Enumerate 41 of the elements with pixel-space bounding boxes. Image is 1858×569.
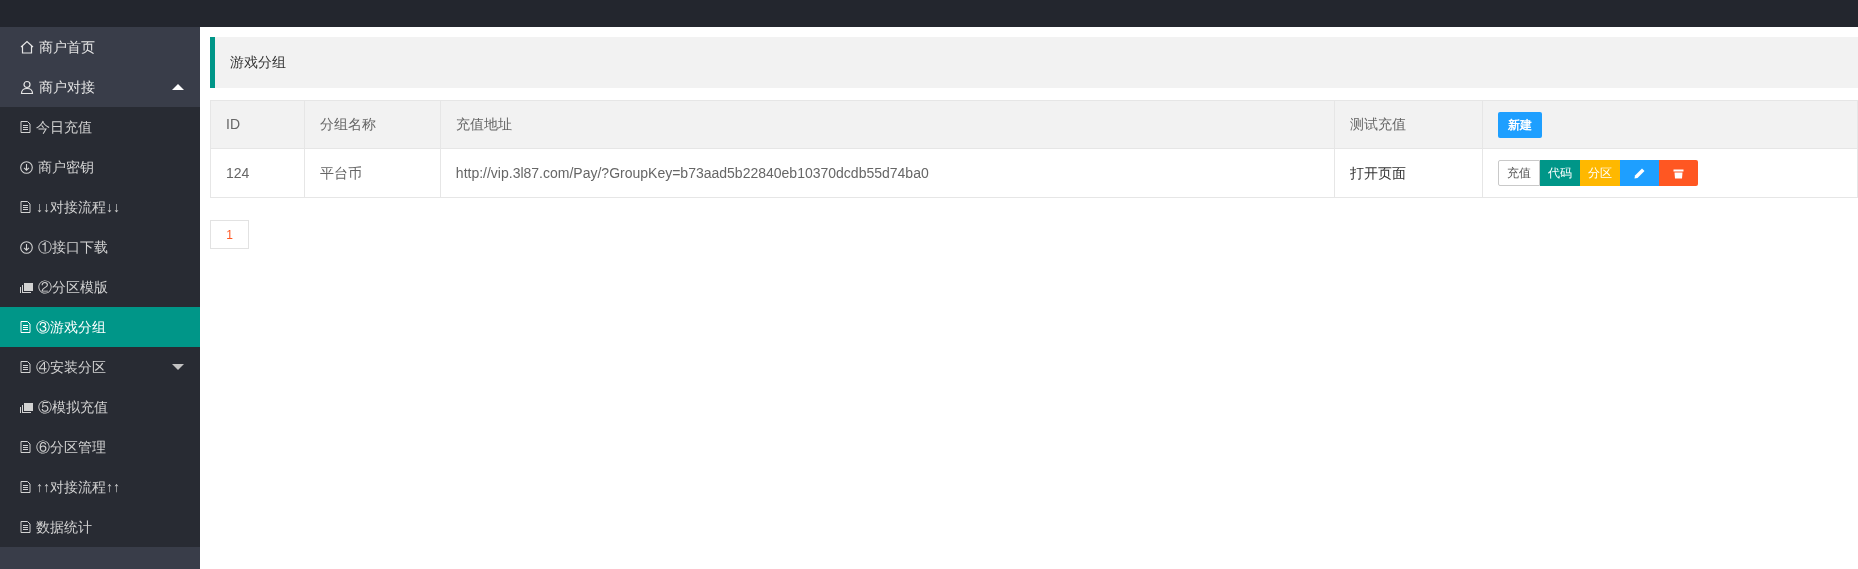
document-icon xyxy=(20,361,31,373)
menu-item[interactable]: ↑↑对接流程↑↑ xyxy=(0,467,200,507)
menu-item[interactable]: ⑤模拟充值 xyxy=(0,387,200,427)
column-header: 充值地址 xyxy=(440,100,1335,149)
column-header: 分组名称 xyxy=(304,100,441,149)
menu-item[interactable]: 商户对接 xyxy=(0,67,200,107)
code-button[interactable]: 代码 xyxy=(1540,160,1581,186)
document-icon xyxy=(20,201,31,213)
menu-item[interactable]: ④安装分区 xyxy=(0,347,200,387)
menu-item[interactable]: 今日充值 xyxy=(0,107,200,147)
table-cell: http://vip.3l87.com/Pay/?GroupKey=b73aad5b22840eb10370dcdb55d74ba0 xyxy=(440,148,1335,198)
cards-icon xyxy=(20,281,33,293)
document-icon xyxy=(20,481,31,493)
edit-button[interactable] xyxy=(1620,160,1660,186)
delete-button[interactable] xyxy=(1659,160,1699,186)
document-icon xyxy=(20,441,31,453)
home-icon xyxy=(20,40,34,54)
trash-icon xyxy=(1673,167,1685,179)
pencil-icon xyxy=(1634,167,1646,179)
menu-item[interactable]: ①接口下载 xyxy=(0,227,200,267)
download-icon xyxy=(20,160,33,174)
menu-item[interactable]: ⑥分区管理 xyxy=(0,427,200,467)
menu-item[interactable]: 商户密钥 xyxy=(0,147,200,187)
menu-item[interactable]: 商户首页 xyxy=(0,27,200,67)
menu-item[interactable]: ③游戏分组 xyxy=(0,307,200,347)
table-cell: 124 xyxy=(210,148,305,198)
download-icon xyxy=(20,240,33,254)
page-title: 游戏分组 xyxy=(230,53,286,72)
document-icon xyxy=(20,121,31,133)
column-header: 测试充值 xyxy=(1334,100,1483,149)
document-icon xyxy=(20,521,31,533)
cards-icon xyxy=(20,401,33,413)
document-icon xyxy=(20,321,31,333)
table-cell: 平台币 xyxy=(304,148,441,198)
column-header: ID xyxy=(210,100,305,149)
recharge-button[interactable]: 充值 xyxy=(1498,160,1541,186)
user-icon xyxy=(20,80,34,94)
table-cell: 打开页面 xyxy=(1334,148,1483,198)
menu-item[interactable]: ②分区模版 xyxy=(0,267,200,307)
menu-item[interactable]: ↓↓对接流程↓↓ xyxy=(0,187,200,227)
menu-item[interactable]: 数据统计 xyxy=(0,507,200,547)
